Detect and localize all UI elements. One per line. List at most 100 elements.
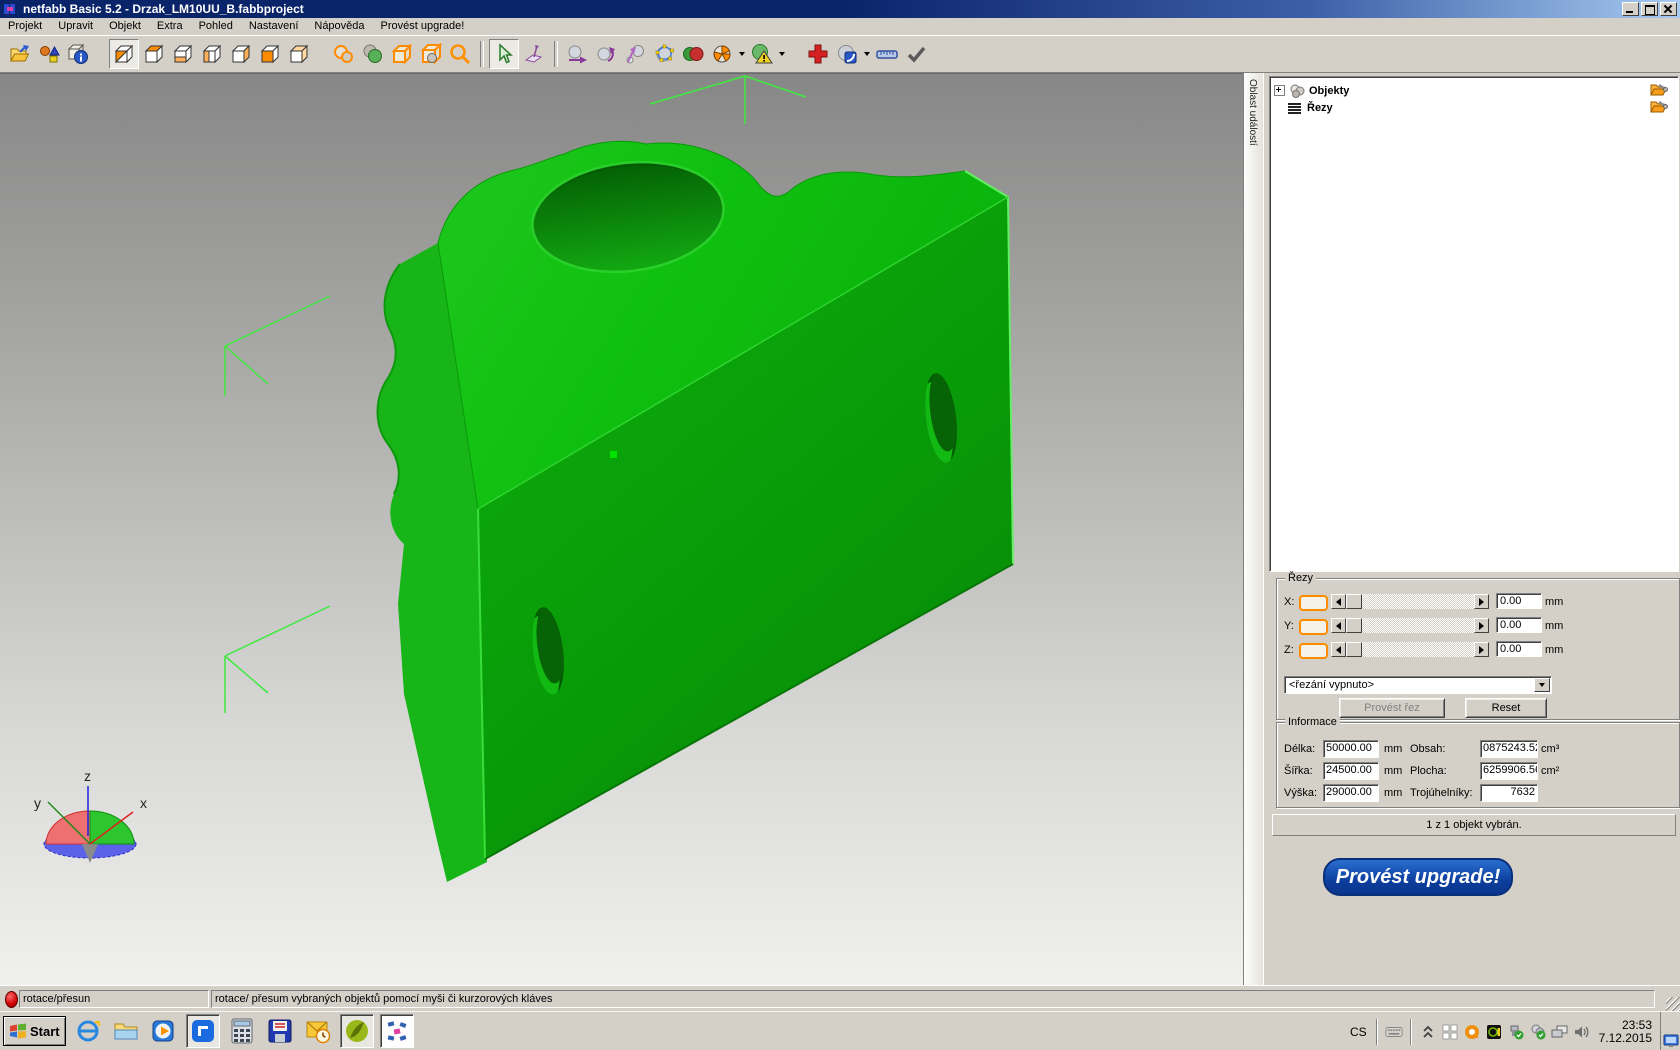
height-value[interactable]: 29000.00 (1323, 784, 1379, 802)
move-part-icon[interactable] (563, 40, 591, 68)
open-folder-settings-icon[interactable] (1650, 99, 1668, 114)
maximize-button[interactable] (1641, 2, 1658, 16)
scale-part-icon[interactable] (621, 40, 649, 68)
repair-warning-icon[interactable] (748, 40, 776, 68)
scroll-right-icon[interactable] (1474, 618, 1489, 633)
reset-button[interactable]: Reset (1465, 698, 1547, 718)
sync-status-icon[interactable] (1529, 1023, 1547, 1041)
cut-z-value-input[interactable] (1496, 641, 1542, 657)
cut-z-scrollbar[interactable] (1331, 642, 1489, 657)
cut-x-value-input[interactable] (1496, 593, 1542, 609)
measure-icon[interactable] (873, 40, 901, 68)
cut-y-scrollbar[interactable] (1331, 618, 1489, 633)
rotate-view-icon[interactable] (520, 40, 548, 68)
model-part[interactable] (378, 141, 1014, 882)
menu-pohled[interactable]: Pohled (191, 18, 241, 35)
menu-extra[interactable]: Extra (149, 18, 191, 35)
close-button[interactable] (1660, 2, 1677, 16)
cut-y-toggle[interactable] (1299, 619, 1328, 635)
project-info-icon[interactable] (64, 40, 92, 68)
scroll-track[interactable] (1362, 642, 1474, 657)
part-in-box-icon[interactable] (417, 40, 445, 68)
select-cursor-icon[interactable] (489, 39, 519, 69)
save-floppy-icon[interactable] (264, 1015, 296, 1047)
scroll-right-icon[interactable] (1474, 594, 1489, 609)
tree-item-objects[interactable]: Objekty (1274, 82, 1672, 99)
view-top-icon[interactable] (140, 40, 168, 68)
resize-grip[interactable] (1666, 997, 1680, 1011)
length-value[interactable]: 50000.00 (1323, 740, 1379, 758)
collision-icon[interactable] (679, 40, 707, 68)
maxthon-browser-icon[interactable] (186, 1014, 220, 1048)
menu-upgrade[interactable]: Provést upgrade! (373, 18, 473, 35)
open-folder-settings-icon[interactable] (1650, 82, 1668, 97)
cut-tool-icon[interactable] (708, 40, 736, 68)
scroll-left-icon[interactable] (1331, 618, 1346, 633)
triangles-value[interactable]: 7632 (1480, 784, 1538, 802)
avira-icon[interactable] (1463, 1023, 1481, 1041)
scroll-thumb[interactable] (1346, 642, 1362, 657)
minimize-button[interactable] (1622, 2, 1639, 16)
add-part-icon[interactable] (35, 40, 63, 68)
clock[interactable]: 23:53 7.12.2015 (1599, 1019, 1652, 1045)
cut-z-toggle[interactable] (1299, 643, 1328, 659)
view-back-icon[interactable] (285, 40, 313, 68)
width-value[interactable]: 24500.00 (1323, 762, 1379, 780)
cut-x-toggle[interactable] (1299, 595, 1328, 611)
usb-safely-remove-icon[interactable] (1507, 1023, 1525, 1041)
scroll-left-icon[interactable] (1331, 594, 1346, 609)
view-left-icon[interactable] (198, 40, 226, 68)
repair-icon[interactable] (833, 40, 861, 68)
scroll-right-icon[interactable] (1474, 642, 1489, 657)
add-icon[interactable] (804, 40, 832, 68)
calculator-icon[interactable] (226, 1015, 258, 1047)
outlook-icon[interactable] (302, 1015, 334, 1047)
view-iso-icon[interactable] (109, 39, 139, 69)
internet-explorer-icon[interactable] (72, 1015, 104, 1047)
language-indicator[interactable]: CS (1350, 1025, 1367, 1039)
zoom-icon[interactable] (446, 40, 474, 68)
area-value[interactable]: 6259906.56 (1480, 762, 1538, 780)
menu-napoveda[interactable]: Nápověda (306, 18, 372, 35)
expand-icon[interactable] (1274, 85, 1285, 96)
start-button[interactable]: Start (3, 1016, 66, 1046)
volume-icon[interactable] (1573, 1023, 1591, 1041)
dropdown-arrow-icon[interactable] (1534, 678, 1550, 692)
viewport-3d[interactable]: z y x (0, 73, 1243, 985)
scroll-track[interactable] (1362, 594, 1474, 609)
view-bottom-icon[interactable] (169, 40, 197, 68)
nvidia-icon[interactable] (1485, 1023, 1503, 1041)
menu-objekt[interactable]: Objekt (101, 18, 149, 35)
scroll-track[interactable] (1362, 618, 1474, 633)
volume-value[interactable]: 0875243.52 (1480, 740, 1538, 758)
slicer-icon[interactable] (340, 1014, 374, 1048)
cut-y-value-input[interactable] (1496, 617, 1542, 633)
platform-icon[interactable] (388, 40, 416, 68)
execute-cut-button[interactable]: Provést řez (1339, 698, 1445, 718)
repair-warning-dropdown-icon[interactable] (777, 40, 786, 68)
scroll-left-icon[interactable] (1331, 642, 1346, 657)
cut-mode-select[interactable]: <řezání vypnuto> (1284, 676, 1552, 694)
part-green-icon[interactable] (359, 40, 387, 68)
repair-dropdown-icon[interactable] (862, 40, 871, 68)
free-select-icon[interactable] (650, 40, 678, 68)
object-tree[interactable]: Objekty Řezy (1269, 76, 1679, 572)
network-icon[interactable] (1551, 1023, 1569, 1041)
file-explorer-icon[interactable] (110, 1015, 142, 1047)
event-area-tab[interactable]: Oblast událostí (1244, 73, 1261, 152)
keyboard-icon[interactable] (1385, 1023, 1403, 1041)
view-front-icon[interactable] (256, 40, 284, 68)
show-desktop-button[interactable] (1660, 1012, 1680, 1050)
validate-icon[interactable] (902, 40, 930, 68)
rotate-part-icon[interactable] (592, 40, 620, 68)
media-player-icon[interactable] (148, 1015, 180, 1047)
cut-tool-dropdown-icon[interactable] (737, 40, 746, 68)
menu-nastaveni[interactable]: Nastavení (241, 18, 307, 35)
menu-upravit[interactable]: Upravit (50, 18, 101, 35)
cut-x-scrollbar[interactable] (1331, 594, 1489, 609)
tray-expand-icon[interactable] (1419, 1023, 1437, 1041)
open-project-icon[interactable] (6, 40, 34, 68)
tree-item-cuts[interactable]: Řezy (1274, 99, 1672, 116)
upgrade-button[interactable]: Provést upgrade! (1323, 858, 1513, 896)
netfabb-taskbar-icon[interactable] (380, 1014, 414, 1048)
